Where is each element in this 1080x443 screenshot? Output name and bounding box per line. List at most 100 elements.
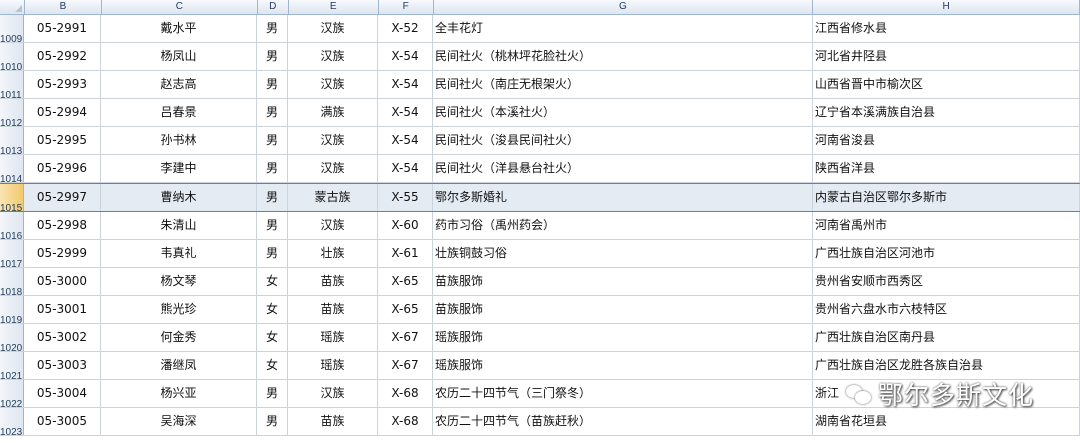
cell-ethnicity[interactable]: 苗族 xyxy=(288,268,378,295)
cell-name[interactable]: 戴水平 xyxy=(101,15,257,42)
cell-code[interactable]: 05-2999 xyxy=(24,240,101,267)
cell-gender[interactable]: 男 xyxy=(257,71,288,98)
cell-region[interactable]: 辽宁省本溪满族自治县 xyxy=(813,99,1080,126)
cell-gender[interactable]: 男 xyxy=(257,43,288,70)
cell-name[interactable]: 赵志高 xyxy=(101,71,257,98)
cell-gender[interactable]: 男 xyxy=(257,15,288,42)
cell-region[interactable]: 陕西省洋县 xyxy=(813,155,1080,182)
cell-ethnicity[interactable]: 汉族 xyxy=(288,127,378,154)
column-header-b[interactable]: B xyxy=(25,0,102,14)
cell-code[interactable]: 05-2996 xyxy=(24,155,101,182)
cell-gender[interactable]: 女 xyxy=(257,352,288,379)
table-row[interactable]: 1020 05-3002 何金秀女瑶族 X-67 瑶族服饰 广西壮族自治区南丹县 xyxy=(0,324,1080,354)
cell-category[interactable]: X-60 xyxy=(378,212,433,239)
table-row[interactable]: 1013 05-2995 孙书林男汉族 X-54 民间社火（浚县民间社火） 河南省浚县 xyxy=(0,127,1080,157)
cell-project[interactable]: 瑶族服饰 xyxy=(433,352,813,379)
cell-category[interactable]: X-67 xyxy=(378,324,433,351)
cell-project[interactable]: 鄂尔多斯婚礼 xyxy=(433,184,813,211)
cell-category[interactable]: X-55 xyxy=(378,184,433,211)
cell-project[interactable]: 全丰花灯 xyxy=(433,15,813,42)
cell-name[interactable]: 杨文琴 xyxy=(101,268,257,295)
cell-project[interactable]: 瑶族服饰 xyxy=(433,324,813,351)
column-header-f[interactable]: F xyxy=(379,0,434,14)
cell-region[interactable]: 广西壮族自治区龙胜各族自治县 xyxy=(813,352,1080,379)
column-header-g[interactable]: G xyxy=(434,0,814,14)
cell-region[interactable]: 广西壮族自治区河池市 xyxy=(813,240,1080,267)
cell-name[interactable]: 李建中 xyxy=(101,155,257,182)
cell-gender[interactable]: 男 xyxy=(257,184,288,211)
cell-category[interactable]: X-65 xyxy=(378,296,433,323)
row-header[interactable]: 1009 xyxy=(0,15,24,45)
row-header[interactable]: 1015 xyxy=(0,184,24,214)
cell-ethnicity[interactable]: 汉族 xyxy=(288,43,378,70)
row-header[interactable]: 1023 xyxy=(0,408,24,438)
cell-region[interactable]: 贵州省六盘水市六枝特区 xyxy=(813,296,1080,323)
cell-region[interactable]: 内蒙古自治区鄂尔多斯市 xyxy=(813,184,1080,211)
cell-code[interactable]: 05-2993 xyxy=(24,71,101,98)
cell-project[interactable]: 苗族服饰 xyxy=(433,268,813,295)
cell-category[interactable]: X-67 xyxy=(378,352,433,379)
row-header[interactable]: 1018 xyxy=(0,268,24,298)
column-header-c[interactable]: C xyxy=(102,0,258,14)
table-row[interactable]: 1019 05-3001 熊光珍女苗族 X-65 苗族服饰 贵州省六盘水市六枝特区 xyxy=(0,296,1080,326)
table-row[interactable]: 1014 05-2996 李建中男汉族 X-54 民间社火（洋县悬台社火） 陕西省洋县 xyxy=(0,155,1080,185)
row-header[interactable]: 1021 xyxy=(0,352,24,382)
cell-category[interactable]: X-61 xyxy=(378,240,433,267)
cell-name[interactable]: 韦真礼 xyxy=(101,240,257,267)
cell-region[interactable]: 河北省井陉县 xyxy=(813,43,1080,70)
cell-code[interactable]: 05-2997 xyxy=(24,184,101,211)
cell-category[interactable]: X-54 xyxy=(378,155,433,182)
cell-category[interactable]: X-68 xyxy=(378,380,433,407)
cell-project[interactable]: 壮族铜鼓习俗 xyxy=(433,240,813,267)
cell-region[interactable]: 河南省浚县 xyxy=(813,127,1080,154)
table-row[interactable]: 1015 05-2997 曹纳木男蒙古族 X-55 鄂尔多斯婚礼 内蒙古自治区鄂尔多斯市 xyxy=(0,183,1080,214)
cell-ethnicity[interactable]: 汉族 xyxy=(288,71,378,98)
cell-code[interactable]: 05-3003 xyxy=(24,352,101,379)
cell-project[interactable]: 苗族服饰 xyxy=(433,296,813,323)
cell-category[interactable]: X-54 xyxy=(378,43,433,70)
cell-gender[interactable]: 男 xyxy=(257,212,288,239)
cell-name[interactable]: 曹纳木 xyxy=(101,184,257,211)
row-header[interactable]: 1014 xyxy=(0,155,24,185)
cell-ethnicity[interactable]: 壮族 xyxy=(288,240,378,267)
row-header[interactable]: 1011 xyxy=(0,71,24,101)
cell-project[interactable]: 药市习俗（禹州药会） xyxy=(433,212,813,239)
column-header-h[interactable]: H xyxy=(813,0,1080,14)
cell-ethnicity[interactable]: 瑶族 xyxy=(288,352,378,379)
cell-gender[interactable]: 男 xyxy=(257,99,288,126)
cell-region[interactable]: 贵州省安顺市西秀区 xyxy=(813,268,1080,295)
cell-code[interactable]: 05-2992 xyxy=(24,43,101,70)
cell-gender[interactable]: 男 xyxy=(257,155,288,182)
cell-name[interactable]: 孙书林 xyxy=(101,127,257,154)
cell-gender[interactable]: 女 xyxy=(257,324,288,351)
cell-region[interactable]: 山西省晋中市榆次区 xyxy=(813,71,1080,98)
cell-ethnicity[interactable]: 汉族 xyxy=(288,380,378,407)
cell-region[interactable]: 湖南省花垣县 xyxy=(813,408,1080,435)
cell-ethnicity[interactable]: 苗族 xyxy=(288,408,378,435)
cell-code[interactable]: 05-3001 xyxy=(24,296,101,323)
cell-project[interactable]: 农历二十四节气（苗族赶秋） xyxy=(433,408,813,435)
cell-region[interactable]: 江西省修水县 xyxy=(813,15,1080,42)
cell-code[interactable]: 05-3000 xyxy=(24,268,101,295)
cell-project[interactable]: 民间社火（浚县民间社火） xyxy=(433,127,813,154)
cell-gender[interactable]: 男 xyxy=(257,240,288,267)
row-header[interactable]: 1016 xyxy=(0,212,24,242)
cell-project[interactable]: 民间社火（本溪社火） xyxy=(433,99,813,126)
cell-name[interactable]: 吴海深 xyxy=(101,408,257,435)
row-header[interactable]: 1022 xyxy=(0,380,24,410)
cell-gender[interactable]: 女 xyxy=(257,268,288,295)
cell-category[interactable]: X-52 xyxy=(378,15,433,42)
cell-code[interactable]: 05-2995 xyxy=(24,127,101,154)
cell-ethnicity[interactable]: 汉族 xyxy=(288,212,378,239)
row-header[interactable]: 1012 xyxy=(0,99,24,129)
cell-name[interactable]: 何金秀 xyxy=(101,324,257,351)
cell-ethnicity[interactable]: 汉族 xyxy=(288,155,378,182)
row-header[interactable]: 1017 xyxy=(0,240,24,270)
row-header[interactable]: 1013 xyxy=(0,127,24,157)
table-row[interactable]: 1009 05-2991 戴水平男汉族 X-52 全丰花灯 江西省修水县 xyxy=(0,15,1080,45)
row-header[interactable]: 1010 xyxy=(0,43,24,73)
table-row[interactable]: 1017 05-2999 韦真礼男壮族 X-61 壮族铜鼓习俗 广西壮族自治区河池市 xyxy=(0,240,1080,270)
cell-ethnicity[interactable]: 汉族 xyxy=(288,15,378,42)
column-header-d[interactable]: D xyxy=(258,0,289,14)
table-row[interactable]: 1011 05-2993 赵志高男汉族 X-54 民间社火（南庄无根架火） 山西省晋中市榆… xyxy=(0,71,1080,101)
